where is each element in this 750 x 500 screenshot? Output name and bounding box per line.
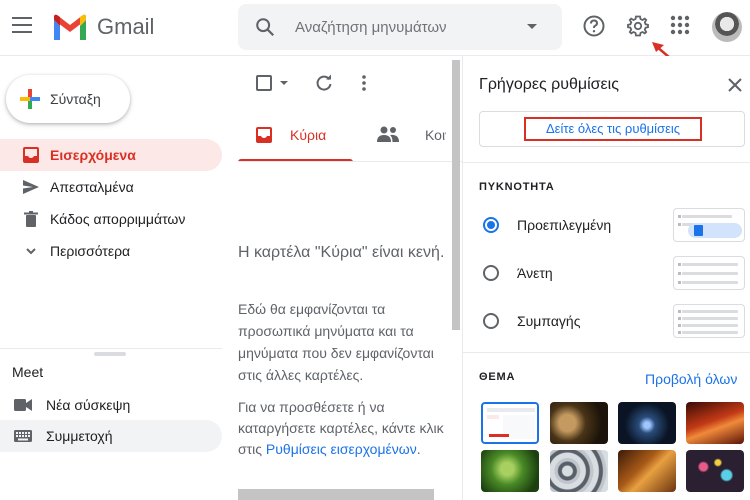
theme-nature-thumbnail[interactable] (481, 450, 539, 492)
tab-social[interactable]: Κοινωνικά (360, 108, 446, 162)
tab-label: Κοινωνικά (425, 127, 446, 143)
density-comfortable-radio[interactable] (483, 265, 499, 281)
send-icon (23, 180, 39, 194)
density-section-title: ΠΥΚΝΟΤΗΤΑ (479, 181, 555, 193)
meet-join[interactable]: Συμμετοχή (0, 420, 222, 452)
compose-button[interactable]: Σύνταξη (6, 75, 130, 123)
empty-state-title: Η καρτέλα "Κύρια" είναι κενή. (238, 244, 445, 261)
search-input[interactable]: Αναζήτηση μηνυμάτων (295, 19, 447, 36)
meet-item-label: Νέα σύσκεψη (46, 397, 131, 413)
quick-settings-panel: Γρήγορες ρυθμίσεις Δείτε όλες τις ρυθμίσ… (462, 56, 750, 500)
theme-lava-thumbnail[interactable] (686, 402, 744, 444)
more-vert-icon[interactable] (354, 73, 374, 93)
meet-section-title: Meet (12, 364, 44, 380)
keyboard-icon (14, 430, 32, 442)
sidebar-item-label: Κάδος απορριμμάτων (50, 211, 186, 227)
sidebar-item-more[interactable]: Περισσότερα (0, 235, 222, 267)
help-icon[interactable] (582, 14, 606, 38)
quick-settings-title: Γρήγορες ρυθμίσεις (479, 76, 619, 93)
sidebar-item-label: Περισσότερα (50, 243, 131, 259)
horizontal-scrollbar[interactable] (238, 489, 434, 500)
top-bar: Gmail Αναζήτηση μηνυμάτων (0, 0, 750, 56)
theme-section-title: ΘΕΜΑ (479, 371, 516, 383)
settings-gear-icon[interactable] (626, 14, 650, 38)
instructions-suffix: . (416, 441, 421, 457)
sidebar-resize-handle[interactable] (94, 352, 126, 356)
plus-icon (20, 89, 40, 109)
see-all-settings-label: Δείτε όλες τις ρυθμίσεις (545, 121, 681, 136)
theme-bokeh-thumbnail[interactable] (686, 450, 744, 492)
see-all-settings-button[interactable]: Δείτε όλες τις ρυθμίσεις (479, 111, 745, 147)
compose-label: Σύνταξη (50, 91, 101, 107)
chevron-down-icon (26, 248, 36, 255)
sidebar-item-inbox[interactable]: Εισερχόμενα (0, 139, 222, 171)
section-divider (463, 162, 750, 163)
inbox-settings-link[interactable]: Ρυθμίσεις εισερχομένων (266, 441, 417, 457)
tab-primary[interactable]: Κύρια (238, 108, 353, 162)
trash-icon (24, 211, 38, 227)
density-option-label: Άνετη (517, 265, 553, 281)
apps-grid-icon[interactable] (669, 14, 691, 36)
meet-item-label: Συμμετοχή (46, 428, 113, 444)
density-compact-preview[interactable] (673, 304, 745, 338)
sidebar-item-trash[interactable]: Κάδος απορριμμάτων (0, 203, 222, 235)
people-icon (377, 126, 399, 142)
video-camera-icon (14, 399, 32, 411)
empty-state-instructions: Για να προσθέσετε ή να καταργήσετε καρτέ… (238, 397, 456, 460)
density-option-label: Συμπαγής (517, 313, 581, 329)
density-default-preview[interactable] (673, 208, 745, 242)
density-option-label: Προεπιλεγμένη (517, 217, 612, 233)
view-all-themes-link[interactable]: Προβολή όλων (645, 371, 737, 387)
section-divider (463, 352, 750, 353)
select-options-icon[interactable] (280, 81, 288, 85)
theme-chess-thumbnail[interactable] (550, 402, 608, 444)
theme-space-thumbnail[interactable] (618, 402, 676, 444)
search-icon[interactable] (254, 16, 276, 38)
meet-new-meeting[interactable]: Νέα σύσκεψη (0, 389, 222, 421)
sidebar-item-sent[interactable]: Απεσταλμένα (0, 171, 222, 203)
sidebar-item-label: Εισερχόμενα (50, 147, 136, 163)
select-all-checkbox[interactable] (256, 75, 272, 91)
brand-name: Gmail (97, 14, 155, 39)
search-bar[interactable]: Αναζήτηση μηνυμάτων (238, 4, 562, 50)
theme-default-thumbnail[interactable] (481, 402, 539, 444)
gmail-logo[interactable] (52, 14, 88, 42)
density-default-radio[interactable] (483, 217, 499, 233)
density-compact-radio[interactable] (483, 313, 499, 329)
empty-state-body: Εδώ θα εμφανίζονται τα προσωπικά μηνύματ… (238, 301, 434, 383)
density-comfortable-preview[interactable] (673, 256, 745, 290)
account-avatar[interactable] (712, 12, 742, 42)
tab-label: Κύρια (290, 127, 327, 143)
sidebar-item-label: Απεσταλμένα (50, 179, 134, 195)
close-icon[interactable] (728, 78, 742, 92)
main-scrollbar[interactable] (452, 60, 460, 330)
sidebar-divider (0, 348, 222, 349)
theme-autumn-thumbnail[interactable] (618, 450, 676, 492)
inbox-icon (256, 127, 272, 143)
refresh-icon[interactable] (314, 73, 334, 93)
theme-pipes-thumbnail[interactable] (550, 450, 608, 492)
search-options-icon[interactable] (527, 24, 537, 29)
tabs-divider (238, 161, 462, 162)
main-menu-icon[interactable] (12, 17, 32, 35)
inbox-icon (23, 147, 39, 163)
